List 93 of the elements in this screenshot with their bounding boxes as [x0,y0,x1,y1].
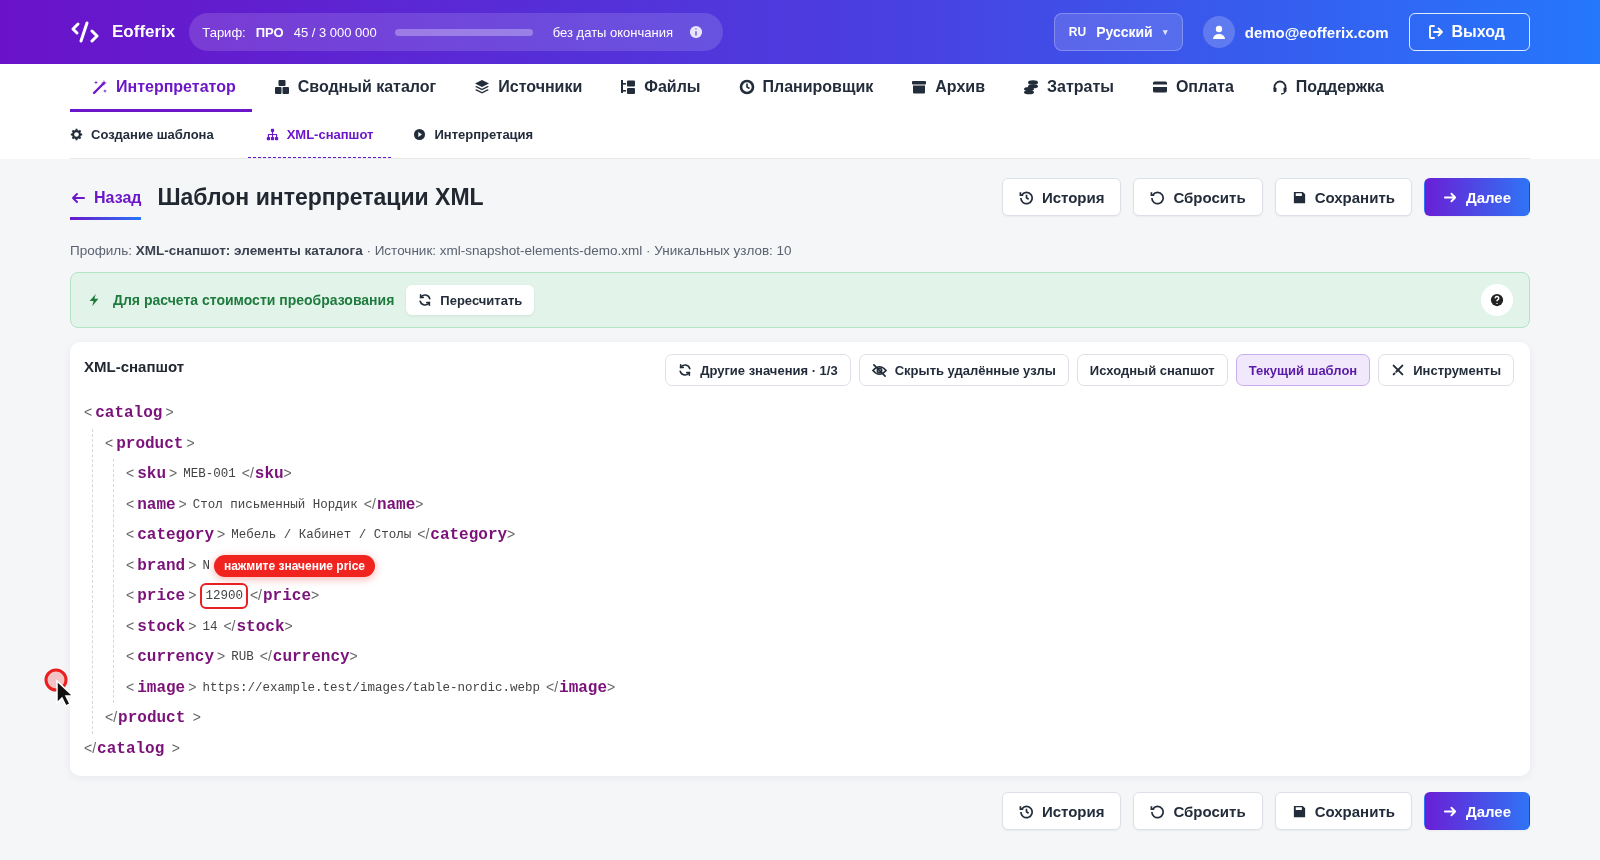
logout-icon [1427,24,1444,40]
sub-tab[interactable]: XML-снапшот [247,112,392,158]
save-button[interactable]: Сохранить [1274,792,1412,830]
xml-open-tag: < category > [126,526,226,545]
profile-info: Профиль: XML-снапшот: элементы каталога · Источник: xml-snapshot-elements-demo.xml · Уникальных узлов: 10 [70,243,793,258]
page-title: Шаблон интерпретации XML [157,183,484,211]
sub-tab[interactable]: Создание шаблона [70,112,248,158]
nav-tab[interactable]: Файлы [598,64,717,112]
xml-open-tag: < currency > [126,648,226,667]
layers-icon [474,78,491,95]
reset-button[interactable]: Сбросить [1133,178,1263,216]
user-icon [1210,24,1227,40]
help-icon [1490,293,1504,307]
sub-tab[interactable]: Интерпретация [413,112,568,158]
reset-button[interactable]: Сбросить [1133,792,1263,830]
history-icon [1018,189,1034,205]
xml-close-tag: </image> [545,678,616,697]
plan-name: ПРО [255,24,284,40]
xml-value[interactable]: Мебель / Кабинет / Столы [231,528,412,543]
xml-open-tag: < sku > [126,465,178,484]
recalculate-button[interactable]: Пересчитать [406,285,535,315]
refresh-icon [678,363,693,377]
xml-value[interactable]: Стол письменный Нордик [192,497,358,512]
save-icon [1291,803,1307,819]
toolbar-button[interactable]: Скрыть удалённые узлы [858,354,1069,386]
history-button[interactable]: История [1001,792,1122,830]
back-link[interactable]: Назад [70,188,142,220]
next-button[interactable]: Далее [1423,178,1530,216]
xml-close-tag: </price> [249,587,320,606]
xml-open-tag: < catalog > [84,404,174,423]
folder-tree-icon [620,78,637,95]
xml-open-tag: < image > [126,678,197,697]
xml-close-tag: </name> [363,495,424,514]
history-button[interactable]: История [1001,178,1122,216]
xml-open-tag: < name > [126,495,187,514]
help-button[interactable] [1481,284,1513,316]
xml-open-tag: < stock > [126,617,197,636]
toolbar-button[interactable]: Инструменты [1378,354,1514,386]
logo-text: Eofferix [112,22,176,42]
save-button[interactable]: Сохранить [1274,178,1412,216]
coins-icon [1023,78,1039,95]
nav-tab[interactable]: Поддержка [1249,64,1400,112]
clock-icon [738,78,755,95]
logo-icon [70,21,100,43]
xml-value[interactable]: https://example.test/images/table-nordic.webp [202,680,540,695]
xml-value[interactable]: 14 [202,619,218,634]
xml-close-tag: </category> [417,526,516,545]
lightning-icon [87,293,101,307]
nav-tab[interactable]: Сводный каталог [251,64,453,112]
xml-open-tag: < brand > [126,556,197,575]
xml-close-tag: </currency> [259,648,358,667]
nav-tab[interactable]: Затраты [1001,64,1130,112]
undo-icon [1150,803,1166,819]
headset-icon [1271,78,1288,95]
nav-tab[interactable]: Интерпретатор [70,64,252,112]
plan-usage: 45 / 3 000 000 [293,24,377,40]
undo-icon [1150,189,1166,205]
xml-value[interactable]: RUB [231,650,254,665]
toolbar-button[interactable]: Исходный снапшот [1076,354,1228,386]
toolbar-button[interactable]: Текущий шаблон [1235,354,1371,386]
logout-button[interactable]: Выход [1408,13,1530,51]
archive-icon [911,78,928,95]
xml-close-tag: </catalog > [84,739,180,758]
xml-value[interactable]: N [202,558,210,573]
xml-value[interactable]: MEB-001 [183,467,236,482]
xml-close-tag: </product > [105,709,201,728]
hint-tooltip: нажмите значение price [213,554,376,577]
plan-label: Тариф: [202,24,246,40]
user-email: demo@eofferix.com [1244,23,1389,41]
info-icon [689,25,703,39]
nav-tab[interactable]: Источники [452,64,599,112]
next-button[interactable]: Далее [1423,792,1530,830]
plan-expiry: без даты окончания [552,24,673,40]
settings-icon [70,128,83,141]
toolbar-button[interactable]: Другие значения · 1/3 [665,354,851,386]
boxes-icon [273,78,290,95]
xml-close-tag: </stock> [223,617,293,636]
hierarchy-icon [265,128,279,141]
card-title: XML-снапшот [84,358,185,375]
nav-tab[interactable]: Оплата [1129,64,1250,112]
play-icon [413,128,427,141]
history-icon [1018,803,1034,819]
save-icon [1291,189,1307,205]
xml-open-tag: < product > [105,434,195,453]
eye-slash-icon [871,362,887,378]
xml-close-tag: </sku> [241,465,292,484]
nav-tab[interactable]: Архив [889,64,1001,112]
nav-tab[interactable]: Планировщик [716,64,890,112]
refresh-icon [418,293,433,307]
language-select[interactable]: RU Русский ▾ [1053,13,1183,51]
alert-text: Для расчета стоимости преобразования [113,292,395,308]
xml-open-tag: < price > [126,587,197,606]
xml-value[interactable]: 12900 [200,583,248,610]
